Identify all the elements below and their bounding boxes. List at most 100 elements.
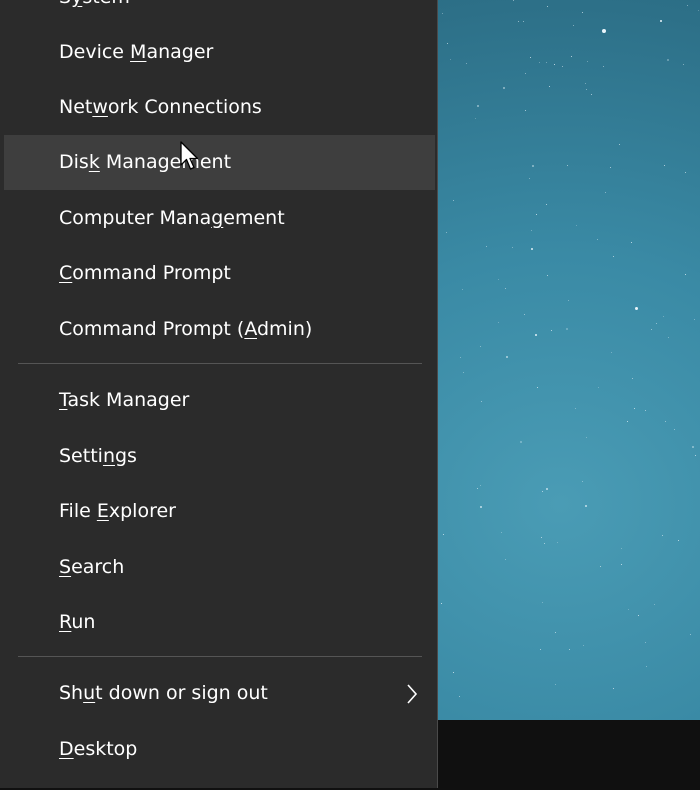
wallpaper-star xyxy=(621,563,623,565)
wallpaper-star xyxy=(684,273,686,275)
wallpaper-star xyxy=(545,203,547,205)
wallpaper-star xyxy=(543,543,545,545)
wallpaper-star xyxy=(546,61,548,63)
wallpaper-star xyxy=(535,334,538,337)
chevron-right-icon xyxy=(403,666,421,721)
wallpaper-star xyxy=(683,63,685,65)
wallpaper-star xyxy=(597,238,599,240)
wallpaper-star xyxy=(480,401,482,403)
menu-item-search[interactable]: Search xyxy=(4,540,435,595)
wallpaper-star xyxy=(645,410,647,412)
wallpaper-star xyxy=(452,672,454,674)
wallpaper-star xyxy=(518,21,520,23)
menu-item-desktop[interactable]: Desktop xyxy=(4,722,435,777)
wallpaper-star xyxy=(602,65,604,67)
wallpaper-star xyxy=(656,322,658,324)
wallpaper-star xyxy=(479,484,481,486)
wallpaper-star xyxy=(586,60,588,62)
wallpaper-star xyxy=(554,684,556,686)
wallpaper-star xyxy=(584,82,586,84)
wallpaper-star xyxy=(665,420,667,422)
menu-item-system[interactable]: System xyxy=(4,0,435,25)
wallpaper-star xyxy=(581,481,583,483)
wallpaper-star xyxy=(541,491,543,493)
wallpaper-star xyxy=(644,641,646,643)
menu-item-label: Shut down or sign out xyxy=(59,682,268,704)
wallpaper-star xyxy=(554,631,556,633)
wallpaper-star xyxy=(513,0,515,2)
wallpaper-star xyxy=(523,313,525,315)
wallpaper-star xyxy=(610,351,612,353)
menu-item-device-manager[interactable]: Device Manager xyxy=(4,25,435,80)
menu-item-run[interactable]: Run xyxy=(4,595,435,650)
wallpaper-star xyxy=(480,345,482,347)
wallpaper-star xyxy=(548,86,550,88)
menu-item-network-connections[interactable]: Network Connections xyxy=(4,80,435,135)
wallpaper-star xyxy=(613,255,615,257)
wallpaper-star xyxy=(449,58,451,60)
menu-item-computer-management[interactable]: Computer Management xyxy=(4,191,435,246)
wallpaper-star xyxy=(524,72,526,74)
menu-item-label: Command Prompt (Admin) xyxy=(59,318,313,340)
wallpaper-star xyxy=(697,10,699,12)
menu-item-label: File Explorer xyxy=(59,500,176,522)
power-user-menu: System Device Manager Network Connection… xyxy=(0,0,438,788)
wallpaper-star xyxy=(546,274,548,276)
wallpaper-star xyxy=(684,171,686,173)
wallpaper-star xyxy=(689,634,691,636)
wallpaper-star xyxy=(476,488,478,490)
menu-item-label: Search xyxy=(59,556,125,578)
menu-item-disk-management[interactable]: Disk Management xyxy=(4,135,435,190)
menu-item-shut-down[interactable]: Shut down or sign out xyxy=(4,666,435,721)
wallpaper-star xyxy=(662,315,664,317)
wallpaper-star xyxy=(602,29,606,33)
wallpaper-star xyxy=(637,614,639,616)
wallpaper-star xyxy=(566,164,568,166)
wallpaper-star xyxy=(530,248,533,251)
wallpaper-star xyxy=(556,542,558,544)
menu-item-label: Settings xyxy=(59,445,137,467)
menu-item-command-prompt[interactable]: Command Prompt xyxy=(4,246,435,301)
wallpaper-star xyxy=(574,407,576,409)
menu-separator xyxy=(18,656,422,657)
wallpaper-star xyxy=(562,66,564,68)
wallpaper-star xyxy=(618,144,620,146)
menu-item-label: Run xyxy=(59,611,96,633)
wallpaper-star xyxy=(446,231,448,233)
wallpaper-star xyxy=(585,505,588,508)
wallpaper-star xyxy=(462,288,464,290)
wallpaper-star xyxy=(542,602,544,604)
wallpaper-star xyxy=(497,279,499,281)
menu-item-task-manager[interactable]: Task Manager xyxy=(4,373,435,428)
wallpaper-star xyxy=(570,56,572,58)
wallpaper-star xyxy=(613,687,614,689)
wallpaper-star xyxy=(674,429,676,431)
wallpaper-star xyxy=(599,565,601,567)
wallpaper-star xyxy=(459,356,461,358)
wallpaper-star xyxy=(453,200,455,202)
wallpaper-star xyxy=(633,408,635,410)
wallpaper-star xyxy=(535,213,537,215)
wallpaper-star xyxy=(660,20,662,22)
wallpaper-star xyxy=(568,648,570,650)
wallpaper-star xyxy=(694,319,696,321)
wallpaper-star xyxy=(551,329,553,331)
wallpaper-star xyxy=(539,648,541,650)
wallpaper-star xyxy=(598,386,600,388)
wallpaper-star xyxy=(576,225,578,227)
wallpaper-star xyxy=(497,322,499,324)
wallpaper-star xyxy=(479,506,482,509)
wallpaper-star xyxy=(692,445,695,448)
menu-item-command-prompt-admin[interactable]: Command Prompt (Admin) xyxy=(4,302,435,357)
wallpaper-star xyxy=(668,337,670,339)
menu-item-file-explorer[interactable]: File Explorer xyxy=(4,484,435,539)
wallpaper-star xyxy=(565,328,568,331)
wallpaper-star xyxy=(447,43,449,45)
wallpaper-star xyxy=(506,355,509,358)
menu-item-settings[interactable]: Settings xyxy=(4,429,435,484)
wallpaper-star xyxy=(630,241,632,243)
wallpaper-star xyxy=(654,603,656,605)
wallpaper-star xyxy=(582,644,584,646)
wallpaper-star xyxy=(635,307,638,310)
wallpaper-star xyxy=(572,25,574,27)
